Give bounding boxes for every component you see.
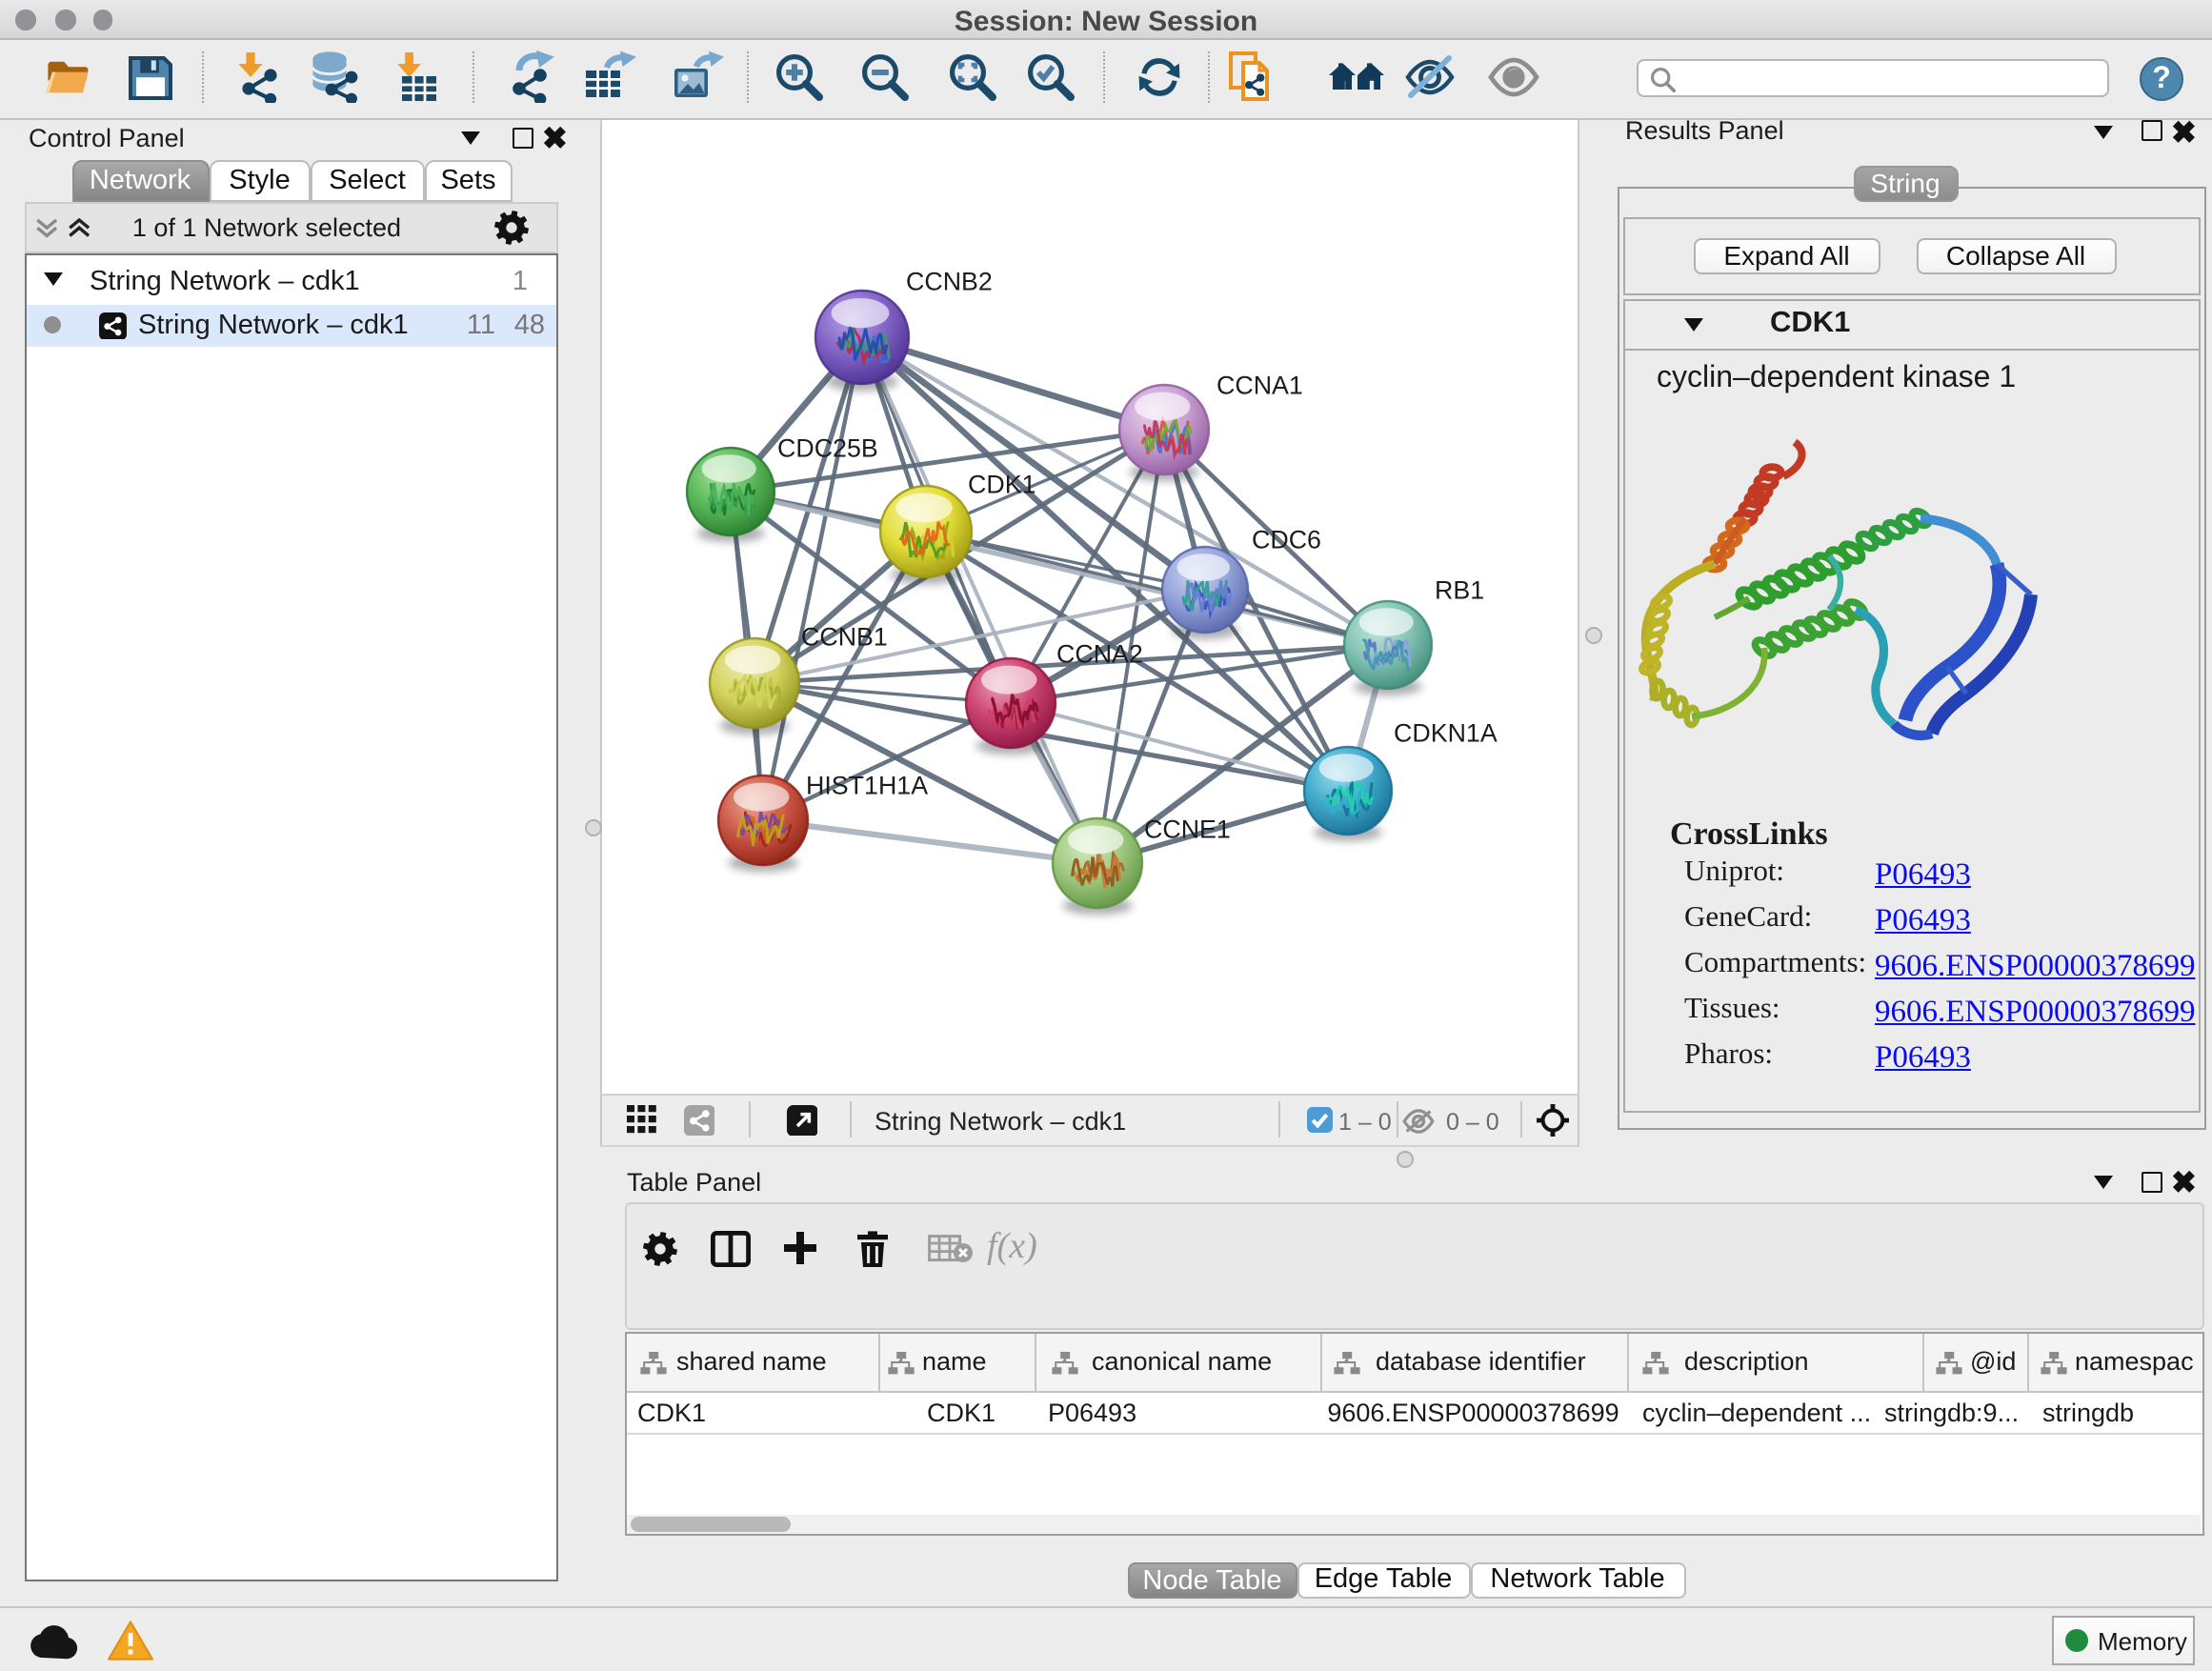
- svg-text:CDKN1A: CDKN1A: [1393, 717, 1497, 746]
- svg-text:CDK1: CDK1: [967, 469, 1035, 497]
- svg-text:CCNB1: CCNB1: [800, 621, 887, 650]
- svg-text:CCNA2: CCNA2: [1056, 638, 1142, 667]
- svg-text:CDC25B: CDC25B: [776, 433, 877, 461]
- svg-text:CCNE1: CCNE1: [1143, 814, 1230, 842]
- svg-text:HIST1H1A: HIST1H1A: [805, 770, 927, 798]
- svg-text:RB1: RB1: [1434, 574, 1483, 603]
- svg-text:CCNA1: CCNA1: [1216, 370, 1302, 398]
- svg-text:CDC6: CDC6: [1251, 524, 1320, 553]
- svg-text:CCNB2: CCNB2: [905, 266, 992, 294]
